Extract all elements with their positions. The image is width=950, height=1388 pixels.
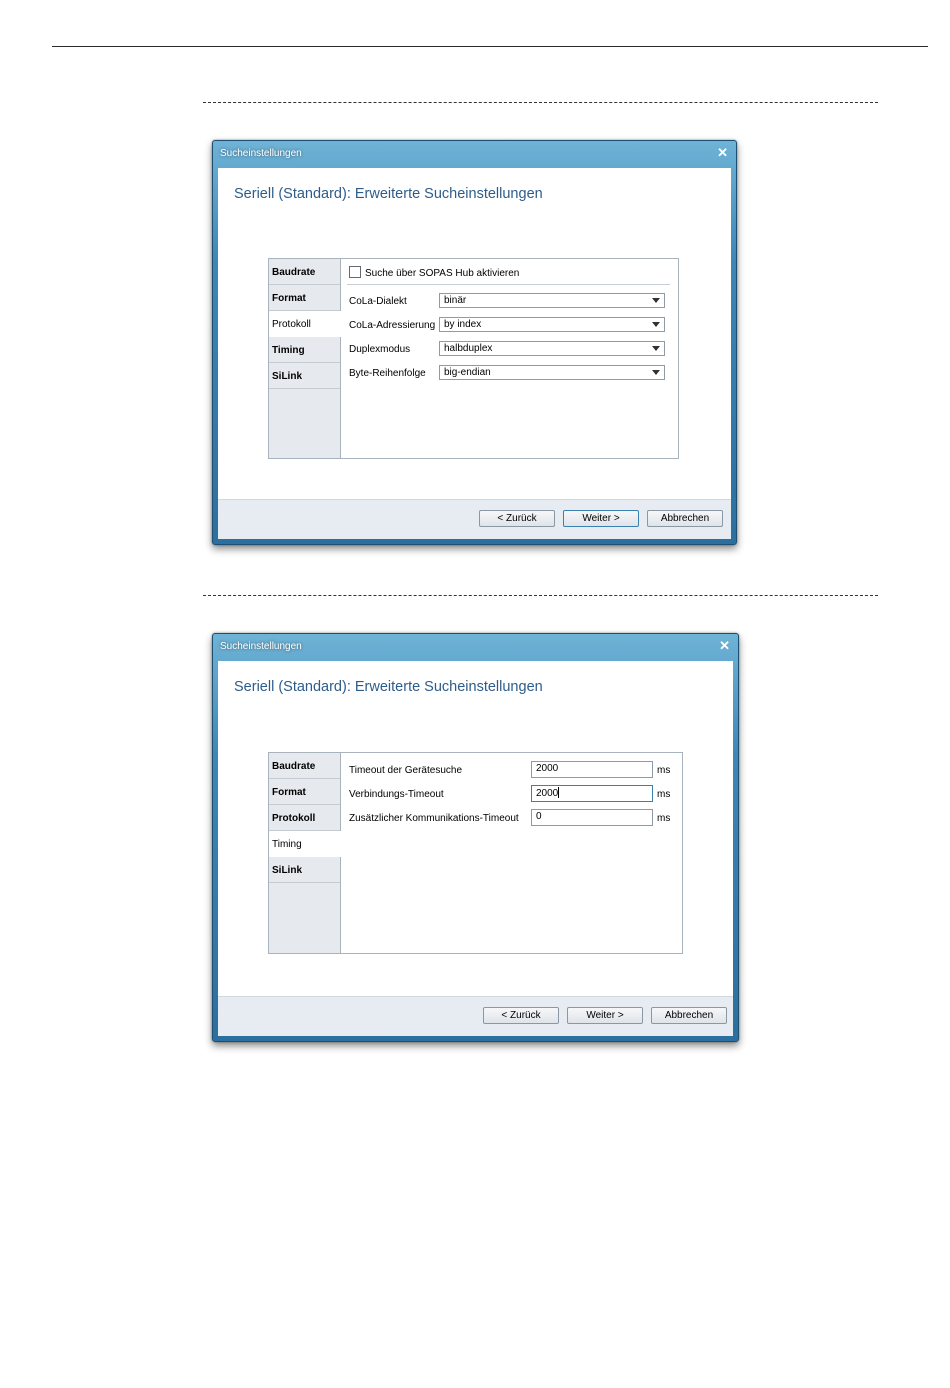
byte-order-value: big-endian bbox=[444, 367, 491, 378]
search-settings-dialog-protocol: Sucheinstellungen ✕ Seriell (Standard): … bbox=[212, 140, 737, 545]
sopas-hub-checkbox[interactable] bbox=[349, 266, 361, 278]
connection-timeout-label: Verbindungs-Timeout bbox=[349, 789, 444, 800]
dialog-footer: < Zurück Weiter > Abbrechen bbox=[218, 499, 731, 539]
sopas-hub-checkbox-label: Suche über SOPAS Hub aktivieren bbox=[365, 268, 520, 279]
tab-format[interactable]: Format bbox=[269, 285, 340, 311]
connection-timeout-unit: ms bbox=[657, 789, 671, 800]
title-bar[interactable]: Sucheinstellungen ✕ bbox=[213, 141, 736, 167]
tab-format[interactable]: Format bbox=[269, 779, 340, 805]
device-search-timeout-input[interactable]: 2000 bbox=[531, 761, 653, 778]
cola-addressing-select[interactable]: by index bbox=[439, 317, 665, 332]
back-button[interactable]: < Zurück bbox=[483, 1007, 559, 1024]
chevron-down-icon bbox=[652, 322, 660, 327]
byte-order-select[interactable]: big-endian bbox=[439, 365, 665, 380]
dashed-separator bbox=[203, 102, 878, 103]
duplex-mode-label: Duplexmodus bbox=[349, 344, 411, 355]
duplex-mode-value: halbduplex bbox=[444, 343, 493, 354]
page-header-rule bbox=[52, 46, 928, 47]
tab-timing[interactable]: Timing bbox=[269, 337, 340, 363]
tab-silink[interactable]: SiLink bbox=[269, 363, 340, 389]
dialog-heading: Seriell (Standard): Erweiterte Sucheinst… bbox=[234, 186, 543, 202]
cola-dialect-label: CoLa-Dialekt bbox=[349, 296, 407, 307]
tab-baudrate[interactable]: Baudrate bbox=[269, 753, 340, 779]
back-button[interactable]: < Zurück bbox=[479, 510, 555, 527]
next-button[interactable]: Weiter > bbox=[567, 1007, 643, 1024]
tab-content-protokoll: Suche über SOPAS Hub aktivieren CoLa-Dia… bbox=[341, 259, 678, 458]
window-title: Sucheinstellungen bbox=[220, 641, 302, 652]
window-title: Sucheinstellungen bbox=[220, 148, 302, 159]
tab-timing[interactable]: Timing bbox=[269, 831, 341, 857]
additional-comm-timeout-unit: ms bbox=[657, 813, 671, 824]
cola-dialect-value: binär bbox=[444, 295, 467, 306]
tab-silink[interactable]: SiLink bbox=[269, 857, 340, 883]
dialog-heading: Seriell (Standard): Erweiterte Sucheinst… bbox=[234, 679, 543, 695]
connection-timeout-value: 2000 bbox=[536, 788, 559, 799]
tab-protokoll[interactable]: Protokoll bbox=[269, 311, 341, 337]
sopas-hub-checkbox-row[interactable]: Suche über SOPAS Hub aktivieren bbox=[349, 266, 519, 279]
tab-protokoll[interactable]: Protokoll bbox=[269, 805, 340, 831]
chevron-down-icon bbox=[652, 370, 660, 375]
dialog-footer: < Zurück Weiter > Abbrechen bbox=[218, 996, 733, 1036]
additional-comm-timeout-label: Zusätzlicher Kommunikations-Timeout bbox=[349, 813, 519, 824]
dialog-client-area: Seriell (Standard): Erweiterte Sucheinst… bbox=[218, 661, 733, 1036]
connection-timeout-input[interactable]: 2000 bbox=[531, 785, 653, 802]
title-bar[interactable]: Sucheinstellungen ✕ bbox=[213, 634, 738, 660]
cancel-button[interactable]: Abbrechen bbox=[647, 510, 723, 527]
chevron-down-icon bbox=[652, 298, 660, 303]
tab-list: Baudrate Format Protokoll Timing SiLink bbox=[269, 259, 341, 458]
tab-list: Baudrate Format Protokoll Timing SiLink bbox=[269, 753, 341, 953]
tab-content-timing: Timeout der Gerätesuche 2000 ms Verbindu… bbox=[341, 753, 682, 953]
chevron-down-icon bbox=[652, 346, 660, 351]
tab-baudrate[interactable]: Baudrate bbox=[269, 259, 340, 285]
device-search-timeout-label: Timeout der Gerätesuche bbox=[349, 765, 463, 776]
device-search-timeout-unit: ms bbox=[657, 765, 671, 776]
settings-panel: Baudrate Format Protokoll Timing SiLink … bbox=[268, 752, 683, 954]
dashed-separator bbox=[203, 595, 878, 596]
cola-addressing-label: CoLa-Adressierung bbox=[349, 320, 436, 331]
byte-order-label: Byte-Reihenfolge bbox=[349, 368, 426, 379]
cola-addressing-value: by index bbox=[444, 319, 482, 330]
duplex-mode-select[interactable]: halbduplex bbox=[439, 341, 665, 356]
additional-comm-timeout-input[interactable]: 0 bbox=[531, 809, 653, 826]
cola-dialect-select[interactable]: binär bbox=[439, 293, 665, 308]
dialog-client-area: Seriell (Standard): Erweiterte Sucheinst… bbox=[218, 168, 731, 539]
text-caret bbox=[558, 787, 560, 798]
next-button[interactable]: Weiter > bbox=[563, 510, 639, 527]
search-settings-dialog-timing: Sucheinstellungen ✕ Seriell (Standard): … bbox=[212, 633, 739, 1042]
close-icon[interactable]: ✕ bbox=[717, 145, 728, 161]
close-icon[interactable]: ✕ bbox=[719, 638, 730, 654]
divider bbox=[347, 284, 670, 285]
settings-panel: Baudrate Format Protokoll Timing SiLink … bbox=[268, 258, 679, 459]
cancel-button[interactable]: Abbrechen bbox=[651, 1007, 727, 1024]
